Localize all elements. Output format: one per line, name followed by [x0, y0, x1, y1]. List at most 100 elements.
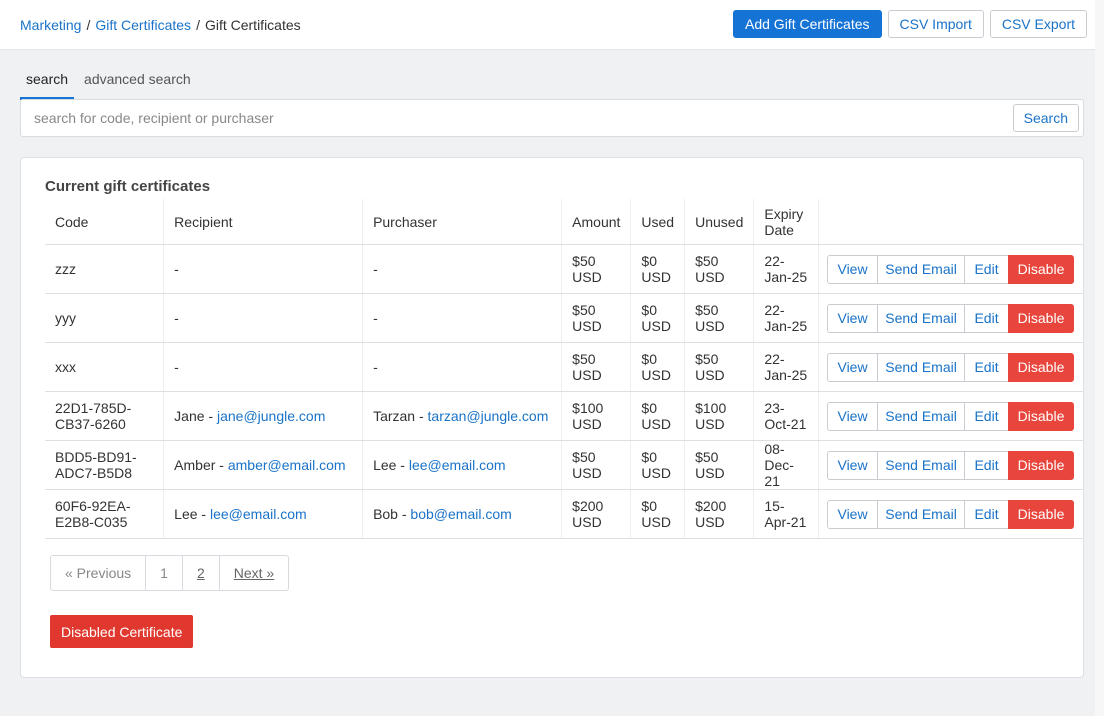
edit-button[interactable]: Edit	[964, 401, 1010, 431]
pagination-page-2[interactable]: 2	[183, 556, 220, 590]
cell-actions: View Send Email Edit Disable	[818, 342, 1083, 392]
csv-import-button[interactable]: CSV Import	[887, 10, 984, 38]
amount-value: $200	[572, 498, 604, 514]
column-header-used: Used	[630, 199, 686, 245]
unused-value: $50	[695, 351, 719, 367]
table-row: yyy - - $50 USD $0 USD $50 USD 22- Jan-25 Vi…	[45, 293, 1083, 343]
send-email-button[interactable]: Send Email	[877, 352, 966, 382]
send-email-button[interactable]: Send Email	[877, 450, 966, 480]
disabled-certificate-button[interactable]: Disabled Certificate	[50, 615, 194, 648]
breadcrumb-separator: /	[86, 17, 91, 33]
recipient-email-link[interactable]: jane@jungle.com	[217, 408, 325, 424]
edit-button[interactable]: Edit	[964, 352, 1010, 382]
pagination-page-1[interactable]: 1	[146, 556, 183, 590]
search-button[interactable]: Search	[1012, 104, 1079, 132]
cell-code: BDD5-BD91- ADC7-B5D8	[45, 440, 165, 490]
expiry-line2: Jan-25	[764, 269, 808, 285]
recipient-email-link[interactable]: amber@email.com	[228, 457, 346, 473]
amount-currency: USD	[572, 269, 602, 285]
expiry-line1: 23-	[764, 400, 785, 416]
send-email-button[interactable]: Send Email	[877, 401, 966, 431]
cell-recipient: -	[163, 293, 364, 343]
purchaser-email-link[interactable]: bob@email.com	[410, 506, 511, 522]
search-input[interactable]	[21, 100, 1037, 136]
row-actions: View Send Email Edit Disable	[827, 352, 1075, 382]
disable-button[interactable]: Disable	[1008, 352, 1075, 382]
send-email-button[interactable]: Send Email	[877, 499, 966, 529]
edit-button[interactable]: Edit	[964, 499, 1010, 529]
cell-purchaser: Bob - bob@email.com	[362, 489, 563, 539]
tab-advanced-search[interactable]: advanced search	[78, 63, 197, 100]
certificates-panel: Current gift certificates Code Recipient…	[20, 157, 1084, 678]
used-value: $0	[641, 449, 657, 465]
amount-value: $50	[572, 449, 596, 465]
add-gift-certificates-button[interactable]: Add Gift Certificates	[733, 10, 882, 38]
used-value: $0	[641, 253, 657, 269]
amount-currency: USD	[572, 465, 602, 481]
code-line2: ADC7-B5D8	[55, 465, 133, 481]
cell-code: 22D1-785D- CB37-6260	[45, 391, 165, 441]
breadcrumb-marketing[interactable]: Marketing	[20, 17, 81, 33]
view-button[interactable]: View	[827, 401, 879, 431]
expiry-line2: Jan-25	[764, 318, 808, 334]
unused-value: $50	[695, 302, 719, 318]
window-edge	[1095, 0, 1104, 716]
send-email-button[interactable]: Send Email	[877, 254, 966, 284]
disable-button[interactable]: Disable	[1008, 401, 1075, 431]
panel-title: Current gift certificates	[45, 178, 211, 195]
unused-currency: USD	[695, 465, 725, 481]
cell-expiry: 22- Jan-25	[753, 293, 820, 343]
view-button[interactable]: View	[827, 352, 879, 382]
unused-value: $100	[695, 400, 727, 416]
cell-code: yyy	[45, 293, 165, 343]
expiry-line2: Apr-21	[764, 514, 807, 530]
cell-code: 60F6-92EA- E2B8-C035	[45, 489, 165, 539]
unused-currency: USD	[695, 318, 725, 334]
cell-used: $0 USD	[630, 342, 686, 392]
row-actions: View Send Email Edit Disable	[827, 303, 1075, 333]
purchaser-email-link[interactable]: lee@email.com	[409, 457, 506, 473]
expiry-header-line1: Expiry	[764, 205, 804, 222]
row-actions: View Send Email Edit Disable	[827, 499, 1075, 529]
disable-button[interactable]: Disable	[1008, 254, 1075, 284]
cell-used: $0 USD	[630, 391, 686, 441]
cell-recipient: -	[163, 244, 364, 294]
pagination-next[interactable]: Next »	[220, 556, 288, 590]
cell-amount: $200 USD	[561, 489, 632, 539]
view-button[interactable]: View	[827, 450, 879, 480]
tab-search[interactable]: search	[20, 63, 75, 100]
table-header-row: Code Recipient Purchaser Amount Used Unu…	[45, 199, 1083, 245]
cell-used: $0 USD	[630, 293, 686, 343]
view-button[interactable]: View	[827, 303, 879, 333]
disable-button[interactable]: Disable	[1008, 303, 1075, 333]
edit-button[interactable]: Edit	[964, 303, 1010, 333]
purchaser-email-link[interactable]: tarzan@jungle.com	[428, 408, 549, 424]
disable-button[interactable]: Disable	[1008, 499, 1075, 529]
unused-currency: USD	[695, 269, 725, 285]
table-row: 22D1-785D- CB37-6260 Jane - jane@jungle.c…	[45, 391, 1083, 441]
column-header-code: Code	[45, 199, 165, 245]
unused-currency: USD	[695, 416, 725, 432]
cell-actions: View Send Email Edit Disable	[818, 391, 1083, 441]
recipient-email-link[interactable]: lee@email.com	[210, 506, 307, 522]
breadcrumb-gift-certificates[interactable]: Gift Certificates	[95, 17, 191, 33]
expiry-line1: 22-	[764, 253, 785, 269]
recipient-name: -	[174, 310, 179, 326]
edit-button[interactable]: Edit	[964, 254, 1010, 284]
disable-button[interactable]: Disable	[1008, 450, 1075, 480]
table-row: 60F6-92EA- E2B8-C035 Lee - lee@email.com …	[45, 489, 1083, 539]
unused-currency: USD	[695, 514, 725, 530]
cell-unused: $200 USD	[684, 489, 755, 539]
edit-button[interactable]: Edit	[964, 450, 1010, 480]
view-button[interactable]: View	[827, 499, 879, 529]
pagination-previous[interactable]: « Previous	[51, 556, 147, 590]
search-bar: Search	[20, 99, 1084, 137]
view-button[interactable]: View	[827, 254, 879, 284]
amount-value: $100	[572, 400, 604, 416]
cell-purchaser: Tarzan - tarzan@jungle.com	[362, 391, 563, 441]
send-email-button[interactable]: Send Email	[877, 303, 966, 333]
csv-export-button[interactable]: CSV Export	[989, 10, 1087, 38]
cell-amount: $50 USD	[561, 440, 632, 490]
recipient-name: Lee -	[174, 506, 210, 522]
purchaser-name: Tarzan -	[373, 408, 428, 424]
